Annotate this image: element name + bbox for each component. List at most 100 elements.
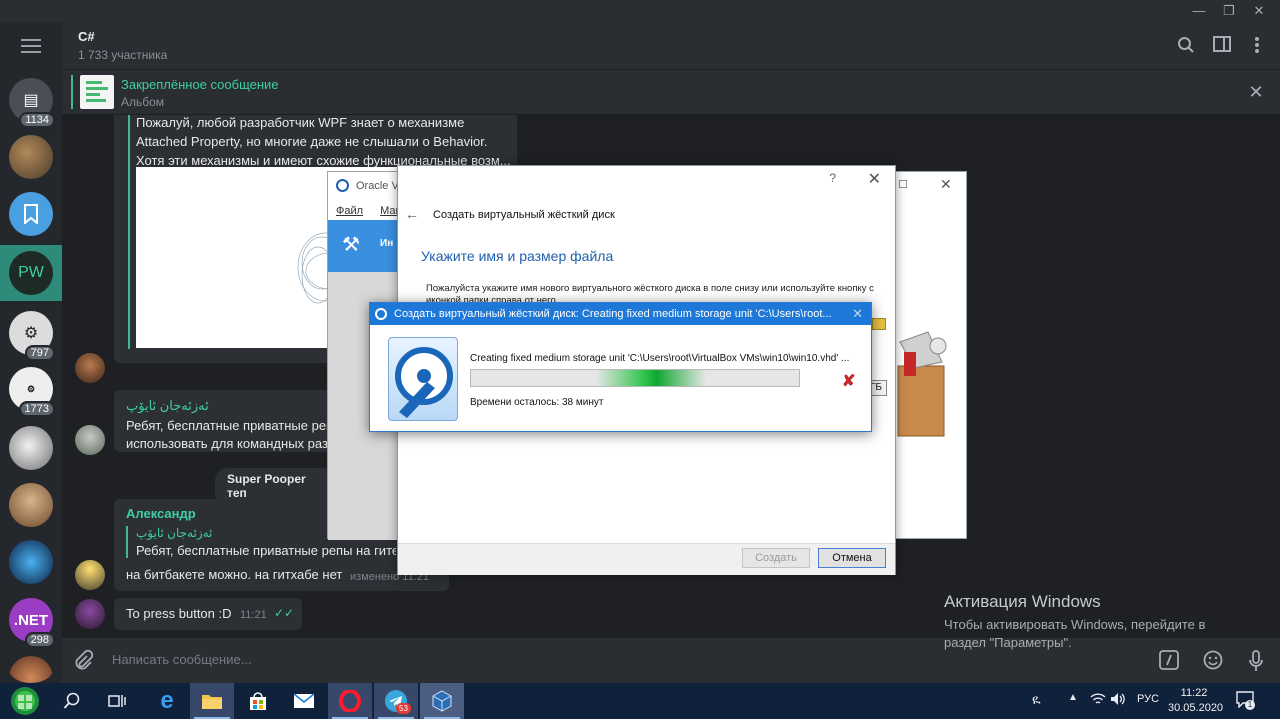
- chat-member-count: 1 733 участника: [78, 48, 168, 62]
- dialog-description: Пожалуйста укажите имя нового виртуально…: [426, 283, 874, 303]
- telegram-badge: 53: [396, 703, 411, 714]
- notifications-icon[interactable]: 1: [1236, 690, 1255, 711]
- chat-avatar-1[interactable]: ▤ 1134: [9, 78, 55, 128]
- pinned-message-bar[interactable]: Закреплённое сообщение Альбом ✕: [62, 70, 1280, 115]
- chat-saved-messages[interactable]: [9, 192, 53, 236]
- chat-pw[interactable]: PW: [9, 251, 53, 295]
- chat-avatar-6[interactable]: [9, 426, 53, 470]
- message-input[interactable]: Написать сообщение...: [112, 652, 252, 667]
- unread-badge: 1773: [18, 401, 55, 417]
- maximize-button[interactable]: ❐: [1218, 2, 1240, 20]
- window-titlebar: — ❐ ✕: [0, 0, 1280, 22]
- emoji-icon[interactable]: [1202, 650, 1224, 672]
- vbm-close-button[interactable]: ✕: [940, 176, 952, 193]
- message-author[interactable]: Александр: [126, 506, 196, 521]
- progress-close-button[interactable]: ✕: [852, 303, 863, 325]
- people-icon[interactable]: ዪ: [1032, 692, 1041, 708]
- chat-title[interactable]: C#: [78, 29, 95, 44]
- chat-avatar-8[interactable]: [9, 540, 53, 584]
- avatar: [9, 656, 53, 683]
- cancel-button[interactable]: Отмена: [818, 548, 886, 568]
- menu-file[interactable]: Файл: [336, 205, 363, 217]
- virtualbox-taskbar-icon[interactable]: [420, 683, 464, 719]
- more-options-icon[interactable]: [1247, 36, 1267, 56]
- commands-icon[interactable]: [1158, 650, 1180, 672]
- microphone-icon[interactable]: [1245, 650, 1267, 672]
- message-text-line: Ребят, бесплатные приватные репо: [126, 418, 341, 433]
- menu-icon[interactable]: [21, 39, 41, 53]
- message-text: на битбакете можно. на гитхабе нет: [126, 567, 343, 582]
- pinned-thumbnail: [80, 75, 114, 109]
- dialog-heading: Укажите имя и размер файла: [421, 248, 614, 264]
- message-author[interactable]: ئەزئەجان ئايۆپ: [126, 398, 209, 414]
- dialog-footer: Создать Отмена: [398, 543, 895, 575]
- folder-icon[interactable]: [872, 318, 886, 330]
- vbm-tools-item[interactable]: ⚒ Ин: [328, 220, 398, 272]
- progress-title: Создать виртуальный жёсткий диск: Creati…: [394, 308, 832, 320]
- cancel-operation-icon[interactable]: ✘: [842, 371, 855, 391]
- message-text-line: использовать для командных разр: [126, 436, 336, 451]
- avatar[interactable]: [75, 560, 105, 590]
- tools-label: Ин: [380, 238, 394, 249]
- pinned-title: Закреплённое сообщение: [121, 77, 279, 92]
- close-window-button[interactable]: ✕: [1248, 2, 1270, 20]
- avatar[interactable]: [75, 353, 105, 383]
- create-button[interactable]: Создать: [742, 548, 810, 568]
- minimize-button[interactable]: —: [1188, 2, 1210, 20]
- close-icon[interactable]: ✕: [1246, 82, 1266, 102]
- time-remaining: Времени осталось: 38 минут: [470, 397, 604, 408]
- dialog-close-button[interactable]: ✕: [868, 169, 881, 189]
- progress-dialog: Создать виртуальный жёсткий диск: Creati…: [369, 302, 872, 432]
- avatar: [9, 426, 53, 470]
- chat-list-sidebar: ▤ 1134 PW ⚙ 797 ⚙ 1773 .NET 298: [0, 22, 62, 683]
- file-explorer-icon[interactable]: [190, 683, 234, 719]
- telegram-icon[interactable]: 53: [374, 683, 418, 719]
- chevron-up-icon[interactable]: ▲: [1068, 692, 1078, 703]
- progress-body: Creating fixed medium storage unit 'C:\U…: [370, 325, 871, 431]
- back-arrow-icon[interactable]: ←: [405, 206, 419, 222]
- search-icon[interactable]: [1176, 36, 1196, 56]
- message-text-line: Attached Property, но многие даже не слы…: [136, 134, 488, 149]
- message-bubble[interactable]: To press button :D 11:21 ✓✓: [114, 598, 302, 630]
- pw-avatar: PW: [9, 251, 53, 295]
- start-button[interactable]: [3, 683, 47, 719]
- tools-icon: ⚒: [342, 234, 360, 256]
- chat-avatar-10[interactable]: [9, 656, 53, 683]
- quote-text: Ребят, бесплатные приватные репы на гите…: [136, 543, 396, 558]
- chat-avatar-5[interactable]: ⚙ 1773: [9, 367, 55, 417]
- attach-icon[interactable]: [72, 649, 94, 672]
- network-icon[interactable]: [1090, 692, 1106, 709]
- help-button[interactable]: ?: [829, 171, 836, 185]
- vbm-menu: Файл Маш: [336, 205, 404, 217]
- search-icon[interactable]: [50, 683, 94, 719]
- store-icon[interactable]: [236, 683, 280, 719]
- mail-icon[interactable]: [282, 683, 326, 719]
- message-time: 11:21: [240, 609, 267, 621]
- chat-avatar-4[interactable]: ⚙ 797: [9, 311, 55, 361]
- language-indicator[interactable]: РУС: [1137, 693, 1159, 705]
- chat-avatar-7[interactable]: [9, 483, 53, 527]
- dialog-caption: Создать виртуальный жёсткий диск: [433, 209, 615, 221]
- progress-operation-text: Creating fixed medium storage unit 'C:\U…: [470, 353, 850, 364]
- virtualbox-icon: [336, 179, 349, 192]
- volume-icon[interactable]: [1110, 692, 1126, 709]
- unread-badge: 1134: [19, 112, 55, 128]
- sidebar-toggle-icon[interactable]: [1212, 36, 1232, 56]
- chat-dotnet[interactable]: .NET 298: [9, 598, 55, 648]
- vbm-maximize-button[interactable]: ☐: [898, 178, 908, 191]
- avatar[interactable]: [75, 425, 105, 455]
- chat-avatar-2[interactable]: [9, 135, 53, 179]
- progress-titlebar: Создать виртуальный жёсткий диск: Creati…: [370, 303, 871, 325]
- clock[interactable]: 11:22 30.05.2020: [1168, 686, 1223, 716]
- task-view-icon[interactable]: [95, 683, 139, 719]
- avatar[interactable]: [75, 599, 105, 629]
- activation-text: раздел "Параметры".: [944, 635, 1072, 650]
- message-bubble[interactable]: ئەزئەجان ئايۆپ Ребят, бесплатные приватн…: [114, 390, 340, 452]
- edge-icon[interactable]: e: [145, 683, 189, 719]
- windows-taskbar: e 53 ዪ ▲ РУС 11:22 30.05.2020 1: [0, 683, 1280, 719]
- opera-icon[interactable]: [328, 683, 372, 719]
- unread-badge: 298: [24, 632, 55, 648]
- quote-bar: [128, 115, 130, 349]
- avatar: [9, 540, 53, 584]
- read-checkmarks-icon: ✓✓: [274, 606, 295, 620]
